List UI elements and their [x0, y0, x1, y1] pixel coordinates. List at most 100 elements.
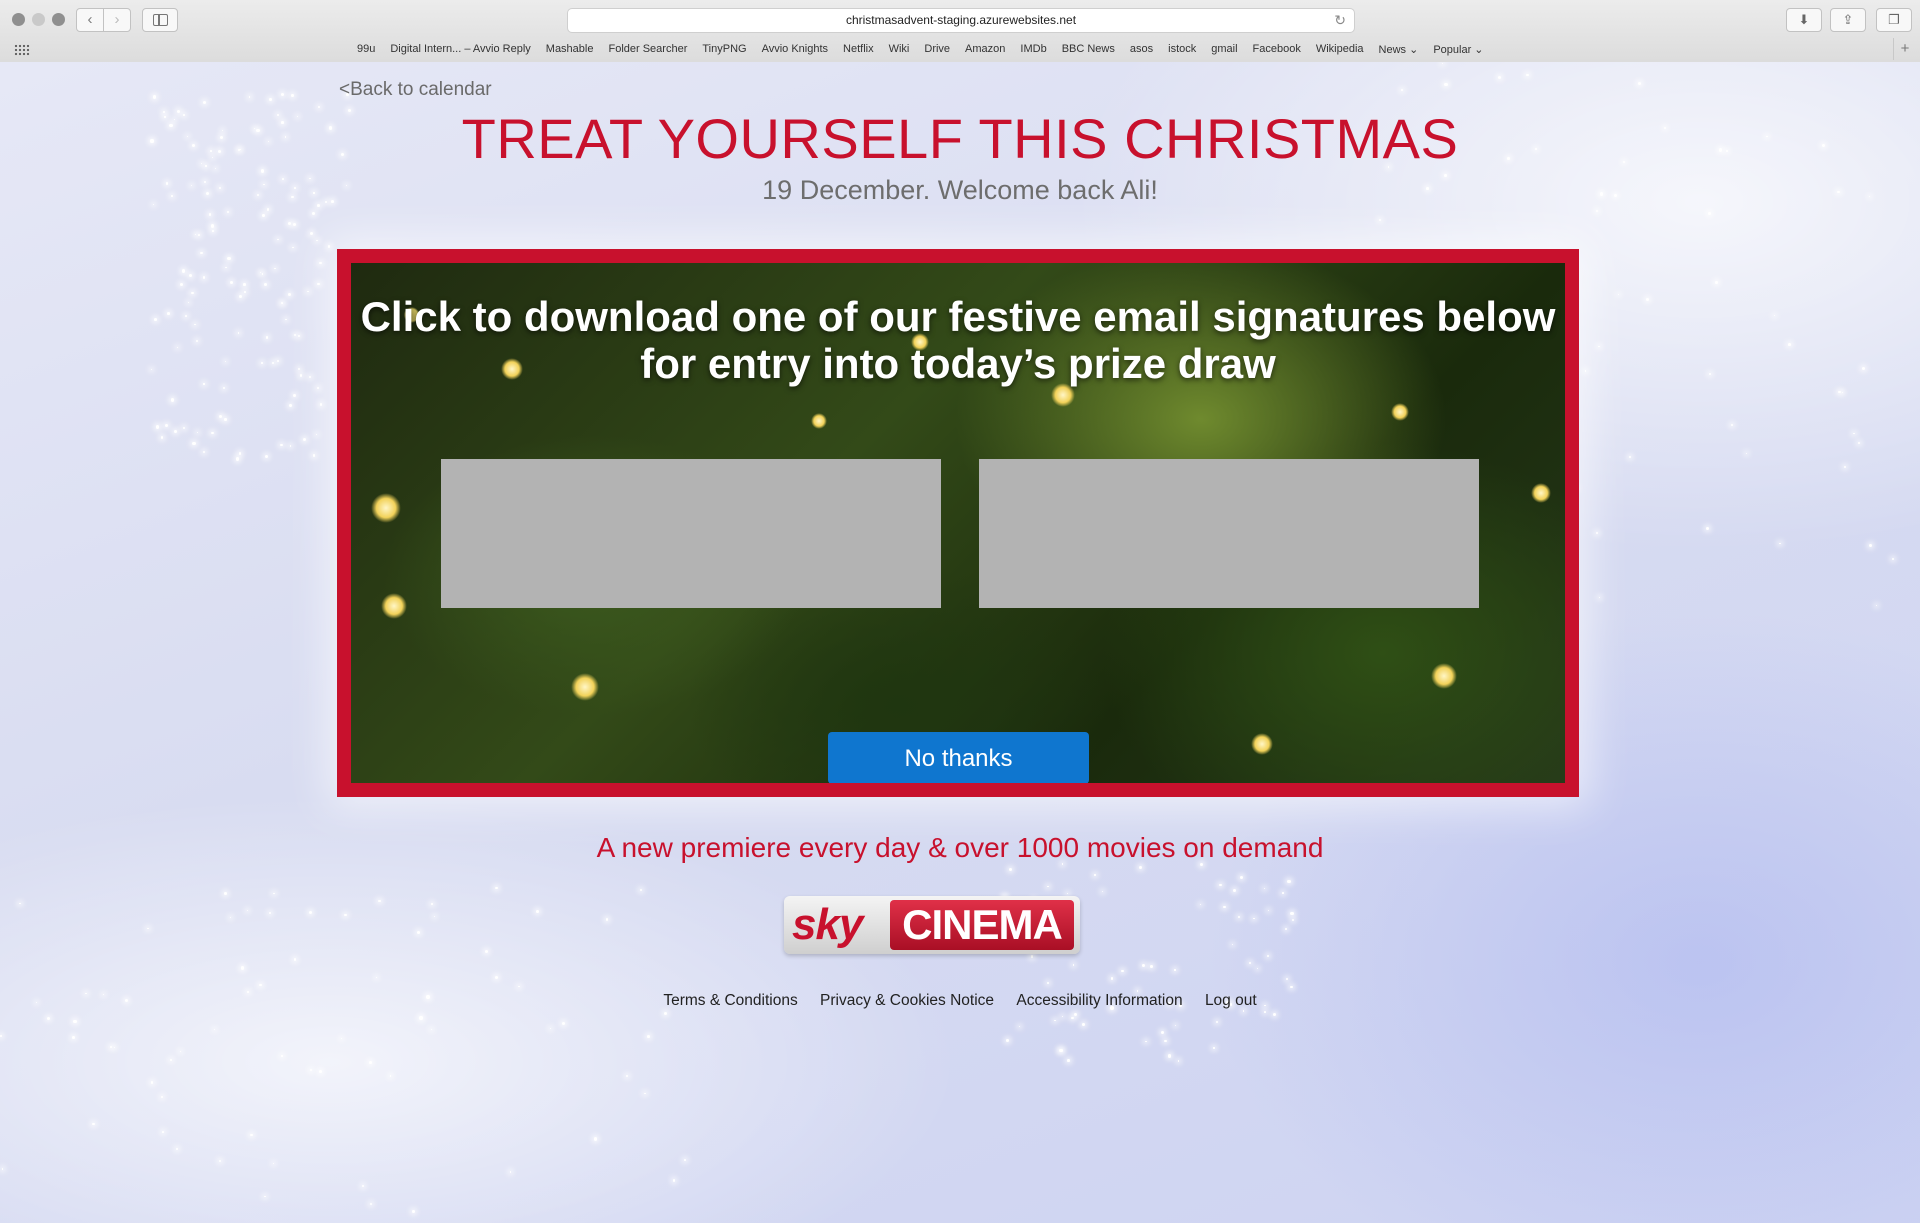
grid-icon[interactable] — [14, 44, 30, 56]
bookmark-item[interactable]: Avvio Knights — [762, 43, 828, 56]
sparkle — [264, 1195, 266, 1197]
sparkle — [1081, 1023, 1085, 1026]
email-signature-option-2[interactable] — [979, 459, 1479, 608]
sparkle — [312, 454, 316, 457]
sparkle — [285, 318, 287, 320]
sparkle — [92, 1123, 95, 1126]
sparkle — [280, 93, 285, 97]
sparkle — [1233, 889, 1237, 893]
sparkle — [218, 1159, 221, 1162]
sparkle — [259, 983, 262, 987]
privacy-link[interactable]: Privacy & Cookies Notice — [820, 992, 994, 1009]
window-maximize-button[interactable] — [52, 13, 65, 26]
reload-icon[interactable]: ↻ — [1334, 9, 1346, 32]
sparkle — [1242, 1009, 1245, 1012]
no-thanks-button[interactable]: No thanks — [828, 732, 1089, 783]
share-icon[interactable]: ⇪ — [1830, 8, 1866, 32]
footer-links: Terms & Conditions Privacy & Cookies Not… — [0, 992, 1920, 1010]
sparkle — [311, 212, 315, 216]
sparkle — [181, 269, 186, 273]
sparkle — [307, 291, 309, 293]
bookmark-item[interactable]: Facebook — [1253, 43, 1301, 56]
sparkle — [290, 445, 292, 447]
sparkle — [288, 404, 292, 407]
sparkle — [225, 267, 227, 269]
sparkle — [1645, 298, 1649, 302]
sparkle — [495, 975, 499, 979]
sparkle — [433, 915, 435, 917]
sparkle — [308, 375, 311, 378]
bookmark-item[interactable]: News ⌄ — [1379, 43, 1419, 56]
sparkle — [1869, 543, 1873, 548]
sparkle — [274, 267, 276, 270]
bookmark-item[interactable]: Digital Intern... – Avvio Reply — [390, 43, 530, 56]
sparkle — [19, 902, 22, 905]
sparkle — [114, 1046, 116, 1049]
bookmark-item[interactable]: Popular ⌄ — [1433, 43, 1483, 56]
terms-link[interactable]: Terms & Conditions — [663, 992, 797, 1009]
sparkle — [536, 910, 539, 914]
sparkle — [265, 336, 268, 339]
forward-arrow-icon[interactable]: › — [103, 8, 131, 32]
sparkle — [1219, 883, 1222, 887]
sparkle — [1074, 1012, 1078, 1017]
address-bar[interactable]: christmasadvent-staging.azurewebsites.ne… — [567, 8, 1355, 33]
bookmark-item[interactable]: IMDb — [1020, 43, 1046, 56]
bookmark-item[interactable]: asos — [1130, 43, 1153, 56]
sparkle — [1379, 218, 1382, 221]
bookmark-item[interactable]: gmail — [1211, 43, 1237, 56]
bookmark-item[interactable]: istock — [1168, 43, 1196, 56]
sparkle — [343, 913, 347, 917]
sparkle — [154, 317, 158, 321]
sparkle — [293, 394, 297, 398]
window-minimize-button[interactable] — [32, 13, 45, 26]
sparkle — [1745, 452, 1748, 455]
downloads-icon[interactable]: ⬇ — [1786, 8, 1822, 32]
sparkle — [1853, 432, 1855, 435]
sparkle — [276, 359, 279, 362]
sparkle — [176, 346, 179, 349]
window-close-button[interactable] — [12, 13, 25, 26]
sparkle — [1264, 887, 1266, 889]
page-content: <Back to calendar TREAT YOURSELF THIS CH… — [0, 62, 1920, 1223]
sparkle — [268, 98, 272, 102]
sparkle — [1400, 88, 1403, 91]
bookmark-item[interactable]: Wiki — [889, 43, 910, 56]
tabs-overview-icon[interactable]: ❐ — [1876, 8, 1912, 32]
sparkle — [310, 1068, 313, 1072]
sparkle — [419, 1016, 423, 1020]
sparkle — [1046, 981, 1049, 984]
bookmark-item[interactable]: BBC News — [1062, 43, 1115, 56]
bookmark-item[interactable]: TinyPNG — [702, 43, 746, 56]
email-signature-option-1[interactable] — [441, 459, 941, 608]
sparkle — [1264, 1011, 1266, 1014]
sparkle — [1444, 82, 1448, 86]
back-arrow-icon[interactable]: ‹ — [76, 8, 104, 32]
sparkle — [266, 207, 270, 211]
sparkle — [2, 1168, 4, 1170]
logout-link[interactable]: Log out — [1205, 992, 1257, 1009]
new-tab-plus-icon[interactable]: + — [1893, 38, 1916, 60]
bookmark-item[interactable]: Drive — [924, 43, 950, 56]
back-to-calendar-link[interactable]: <Back to calendar — [339, 79, 492, 101]
bookmark-item[interactable]: Folder Searcher — [608, 43, 687, 56]
bookmark-item[interactable]: Netflix — [843, 43, 874, 56]
sparkle — [150, 369, 153, 371]
sparkle — [160, 1095, 164, 1098]
sparkle — [268, 911, 272, 915]
sidebar-toggle-icon[interactable] — [142, 8, 178, 32]
sparkle — [238, 451, 242, 455]
sparkle — [593, 1137, 598, 1141]
sparkle — [369, 1202, 372, 1205]
sparkle — [411, 1210, 415, 1213]
bookmark-item[interactable]: Mashable — [546, 43, 594, 56]
bookmark-item[interactable]: 99u — [357, 43, 375, 56]
sparkle — [1168, 1054, 1172, 1058]
sparkle — [160, 436, 164, 440]
accessibility-link[interactable]: Accessibility Information — [1016, 992, 1182, 1009]
prize-draw-instructions: Click to download one of our festive ema… — [360, 293, 1556, 387]
sparkle — [1215, 1020, 1218, 1023]
bookmark-item[interactable]: Amazon — [965, 43, 1005, 56]
sparkle — [150, 1081, 154, 1084]
bookmark-item[interactable]: Wikipedia — [1316, 43, 1364, 56]
